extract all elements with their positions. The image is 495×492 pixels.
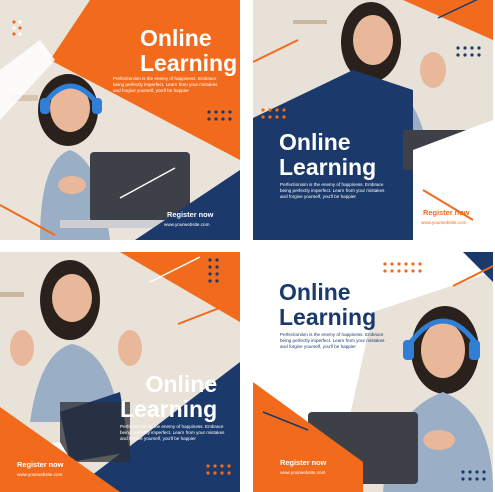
post-1-website[interactable]: www.yourwebsite.com: [164, 222, 209, 227]
post-template-2: Online Learning Perfectionism is the ene…: [253, 0, 493, 240]
post-2-title-line1: Online: [279, 129, 351, 155]
post-4-title-line1: Online: [279, 279, 351, 305]
post-4-title-line2: Learning: [279, 304, 377, 330]
post-2-illustration: [253, 0, 493, 240]
post-3-register-cta[interactable]: Register now: [17, 460, 63, 469]
post-template-4: Online Learning Perfectionism is the ene…: [253, 252, 493, 492]
post-1-title-line1: Online: [140, 25, 212, 51]
post-2-website[interactable]: www.yourwebsite.com: [421, 220, 466, 225]
post-3-title-line2: Learning: [120, 396, 218, 422]
post-4-title: Online Learning: [279, 280, 376, 330]
post-2-register-cta[interactable]: Register now: [423, 208, 469, 217]
post-2-title-line2: Learning: [279, 154, 377, 180]
post-template-1: Online Learning Perfectionism is the ene…: [0, 0, 240, 240]
post-3-website[interactable]: www.yourwebsite.com: [17, 472, 62, 477]
post-1-title-line2: Learning: [140, 50, 238, 76]
post-1-register-cta[interactable]: Register now: [167, 210, 213, 219]
post-2-body: Perfectionism is the enemy of happiness.…: [280, 182, 385, 200]
post-4-body: Perfectionism is the enemy of happiness.…: [280, 332, 385, 350]
post-3-body: Perfectionism is the enemy of happiness.…: [120, 424, 225, 442]
post-template-3: Online Learning Perfectionism is the ene…: [0, 252, 240, 492]
post-3-title-line1: Online: [145, 371, 218, 397]
post-1-title: Online Learning: [140, 26, 237, 76]
post-4-website[interactable]: www.yourwebsite.com: [280, 470, 325, 475]
post-1-body: Perfectionism is the enemy of happiness.…: [113, 76, 218, 94]
post-4-register-cta[interactable]: Register now: [280, 458, 326, 467]
post-2-title: Online Learning: [279, 130, 376, 180]
post-3-title: Online Learning: [120, 372, 217, 422]
